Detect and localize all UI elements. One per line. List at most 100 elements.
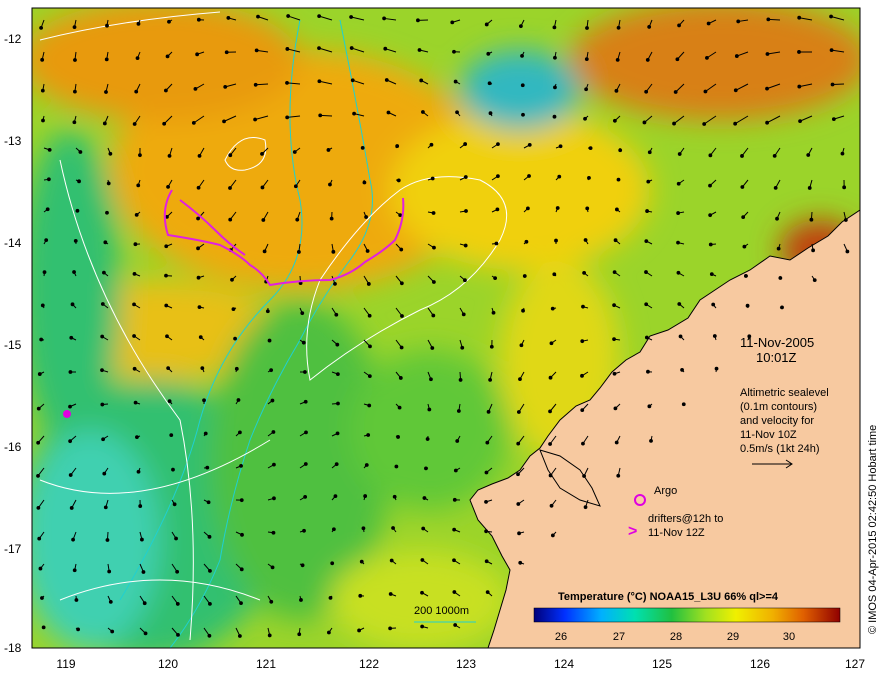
velocity-arrow-head bbox=[38, 566, 43, 571]
velocity-arrow-head bbox=[464, 209, 468, 213]
velocity-arrow-head bbox=[265, 309, 270, 314]
velocity-arrow-head bbox=[420, 558, 425, 562]
velocity-arrow-head bbox=[359, 559, 364, 564]
velocity-arrow-head bbox=[424, 466, 428, 471]
velocity-arrow-head bbox=[708, 213, 713, 218]
velocity-arrow-head bbox=[143, 631, 148, 636]
velocity-arrow-head bbox=[70, 302, 75, 307]
lat-tick-label: -18 bbox=[4, 641, 22, 655]
velocity-arrow-head bbox=[262, 249, 267, 254]
velocity-arrow-head bbox=[138, 504, 143, 508]
lon-tick-label: 120 bbox=[158, 657, 178, 671]
velocity-arrow-head bbox=[286, 14, 291, 18]
velocity-arrow-head bbox=[553, 85, 557, 90]
velocity-arrow-head bbox=[367, 403, 372, 408]
velocity-arrow-head bbox=[765, 52, 770, 56]
depth-legend-label: 200 1000m bbox=[414, 605, 469, 617]
time-label: 10:01Z bbox=[756, 350, 797, 365]
lon-tick-label: 123 bbox=[456, 657, 476, 671]
velocity-arrow-head bbox=[133, 400, 138, 405]
drifter-legend-line: drifters@12h to bbox=[648, 513, 723, 525]
lon-tick-label: 121 bbox=[256, 657, 276, 671]
velocity-arrow-head bbox=[615, 57, 620, 62]
velocity-arrow-head bbox=[196, 216, 200, 221]
velocity-arrow-head bbox=[75, 208, 80, 213]
velocity-arrow-head bbox=[831, 117, 836, 122]
argo-float bbox=[63, 410, 71, 418]
velocity-arrow-head bbox=[39, 337, 44, 342]
velocity-arrow-head bbox=[164, 273, 168, 278]
velocity-arrow-head bbox=[450, 20, 455, 25]
velocity-arrow-head bbox=[207, 534, 212, 539]
velocity-arrow-head bbox=[463, 175, 468, 179]
velocity-arrow-head bbox=[196, 275, 201, 280]
velocity-arrow-head bbox=[303, 462, 308, 466]
velocity-arrow-head bbox=[552, 114, 557, 119]
velocity-arrow-head bbox=[200, 366, 205, 370]
velocity-arrow-head bbox=[452, 497, 457, 502]
velocity-arrow-head bbox=[644, 89, 649, 94]
velocity-arrow-head bbox=[164, 303, 169, 308]
velocity-arrow-head bbox=[740, 154, 744, 158]
velocity-arrow-head bbox=[108, 599, 113, 604]
velocity-arrow-head bbox=[285, 80, 289, 85]
velocity-arrow-head bbox=[134, 212, 139, 217]
velocity-arrow-head bbox=[484, 529, 489, 534]
velocity-arrow-head bbox=[224, 50, 229, 55]
velocity-arrow-head bbox=[256, 14, 260, 19]
velocity-arrow-head bbox=[647, 404, 652, 409]
velocity-arrow-head bbox=[196, 185, 201, 190]
velocity-arrow-head bbox=[645, 58, 650, 62]
velocity-arrow-head bbox=[840, 151, 845, 156]
velocity-arrow-head bbox=[708, 153, 713, 158]
velocity-arrow-head bbox=[766, 17, 771, 22]
velocity-arrow-head bbox=[520, 83, 525, 88]
velocity-arrow-head bbox=[489, 344, 494, 349]
velocity-arrow-head bbox=[396, 178, 401, 183]
velocity-arrow-head bbox=[110, 629, 115, 634]
velocity-arrow-head bbox=[588, 146, 593, 151]
velocity-arrow-head bbox=[452, 527, 457, 532]
velocity-arrow-head bbox=[422, 496, 427, 500]
velocity-arrow-head bbox=[40, 596, 44, 600]
velocity-arrow-head bbox=[557, 174, 562, 179]
velocity-arrow-head bbox=[367, 313, 372, 318]
velocity-arrow-head bbox=[391, 526, 395, 530]
velocity-arrow-head bbox=[678, 334, 683, 339]
velocity-arrow-head bbox=[398, 213, 403, 217]
altimetry-line: (0.1m contours) bbox=[740, 401, 817, 413]
velocity-arrow-head bbox=[677, 23, 681, 28]
velocity-arrow-head bbox=[132, 271, 137, 276]
velocity-arrow-head bbox=[196, 246, 200, 251]
velocity-arrow-head bbox=[326, 630, 331, 635]
velocity-arrow-head bbox=[196, 17, 201, 22]
velocity-arrow-head bbox=[208, 568, 212, 573]
velocity-arrow-head bbox=[174, 536, 178, 541]
velocity-arrow-head bbox=[516, 472, 520, 477]
velocity-arrow-head bbox=[136, 469, 141, 474]
velocity-arrow-head bbox=[383, 46, 388, 51]
velocity-arrow-head bbox=[162, 121, 167, 126]
velocity-arrow-head bbox=[618, 148, 623, 153]
velocity-arrow-head bbox=[68, 473, 73, 477]
velocity-arrow-head bbox=[335, 431, 340, 436]
velocity-arrow-head bbox=[231, 307, 236, 312]
velocity-arrow-head bbox=[491, 310, 496, 315]
velocity-arrow-head bbox=[175, 569, 180, 574]
velocity-arrow-head bbox=[270, 565, 275, 570]
latitude-axis: -12 -13 -14 -15 -16 -17 -18 bbox=[4, 32, 22, 655]
velocity-arrow-head bbox=[301, 340, 306, 345]
velocity-arrow-head bbox=[202, 398, 206, 403]
velocity-arrow-head bbox=[328, 595, 333, 600]
velocity-arrow-head bbox=[580, 373, 584, 378]
lon-tick-label: 119 bbox=[56, 657, 75, 671]
velocity-arrow-head bbox=[461, 312, 466, 317]
altimetry-line: 0.5m/s (1kt 24h) bbox=[740, 443, 819, 455]
velocity-arrow-head bbox=[228, 186, 232, 190]
velocity-arrow-head bbox=[676, 270, 681, 275]
velocity-arrow-head bbox=[709, 272, 714, 277]
velocity-arrow-head bbox=[550, 533, 555, 538]
velocity-arrow-head bbox=[400, 314, 404, 318]
velocity-arrow-head bbox=[68, 439, 73, 444]
velocity-arrow-head bbox=[797, 15, 802, 20]
